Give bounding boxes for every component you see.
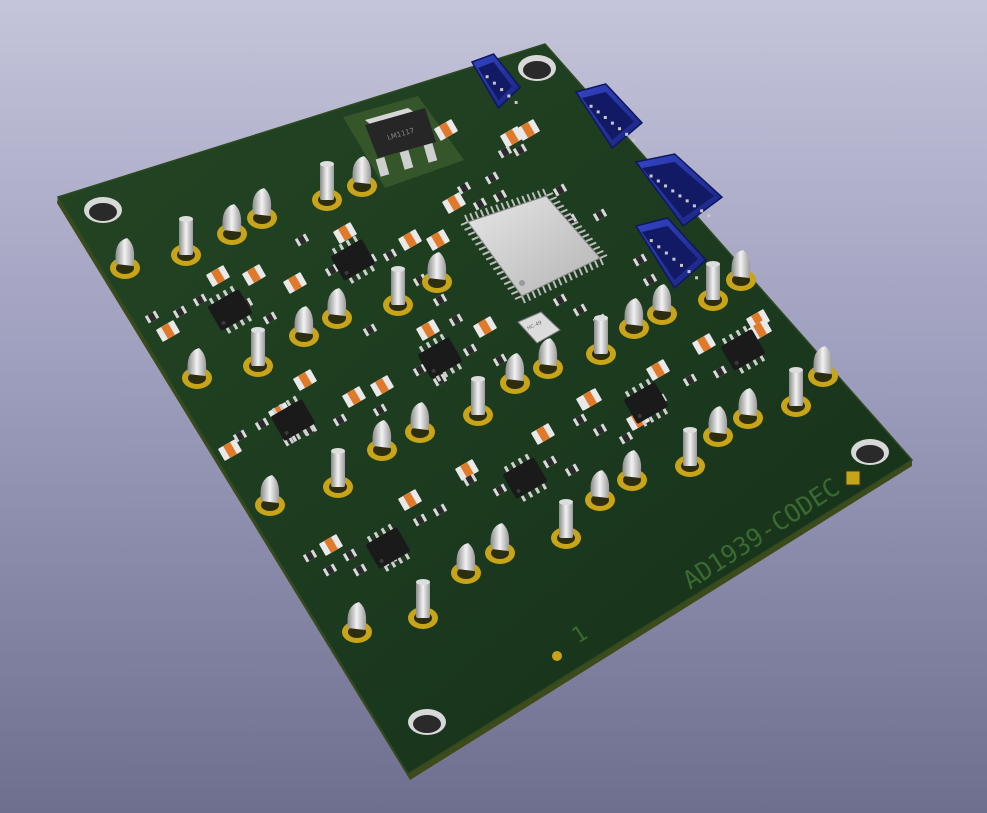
test-pad [845, 470, 861, 486]
pcb-render: AD1939-CODEC 1 LM1117 HC-49 [56, 43, 914, 780]
fiducial-dot [552, 651, 562, 661]
3d-viewer-canvas[interactable]: AD1939-CODEC 1 LM1117 HC-49 [0, 0, 987, 813]
